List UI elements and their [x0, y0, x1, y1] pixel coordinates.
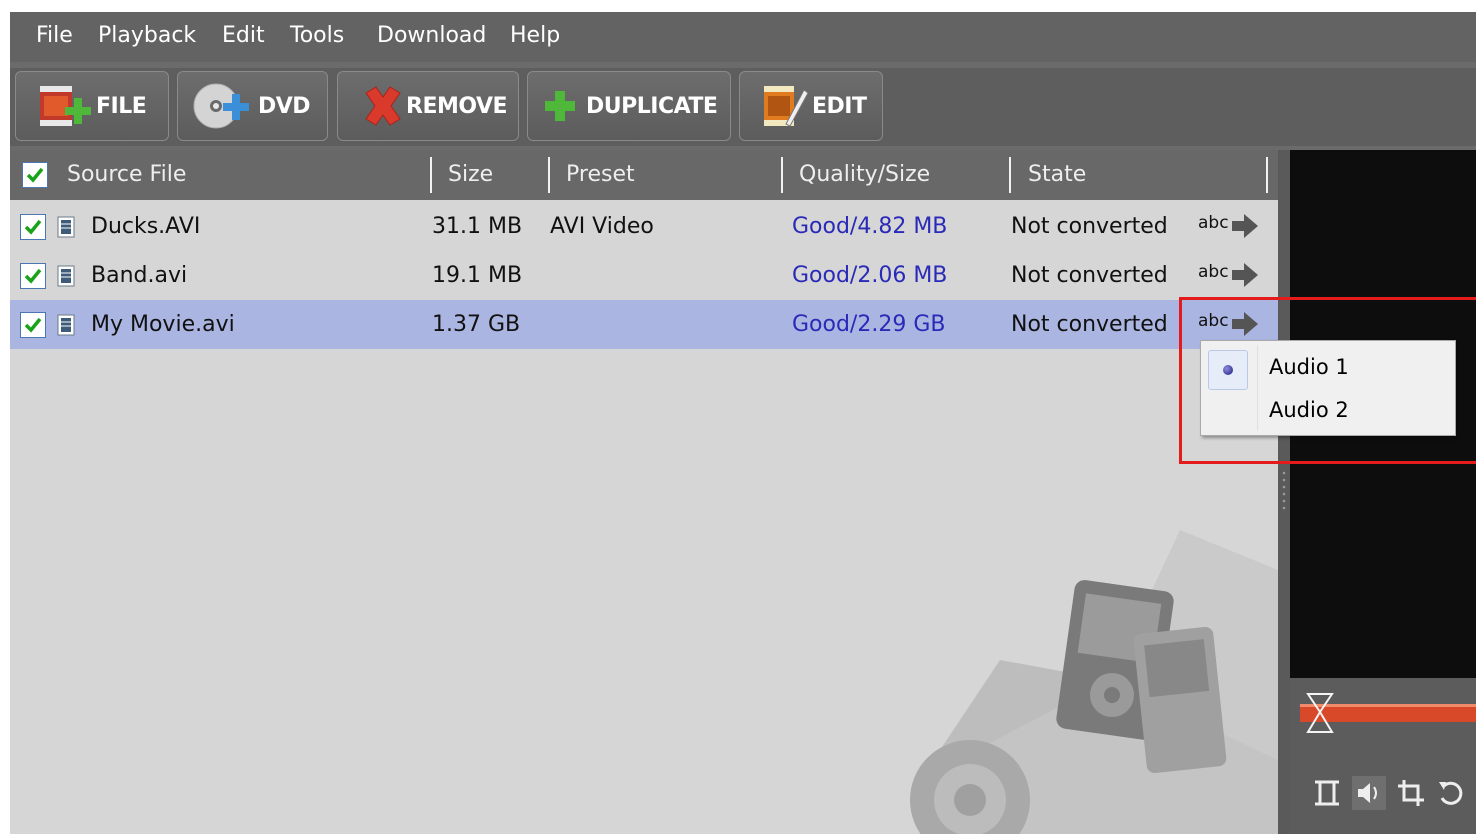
subtitle-label: abc	[1198, 213, 1229, 233]
toolbar: FILE DVD REMOVE DUPLICATE EDIT	[10, 68, 1476, 146]
remove-x-icon	[365, 86, 401, 126]
row-size: 1.37 GB	[432, 312, 521, 337]
row-checkbox[interactable]	[20, 312, 46, 338]
add-dvd-label: DVD	[258, 93, 311, 119]
video-file-icon	[57, 216, 75, 238]
row-quality-size[interactable]: Good/2.29 GB	[792, 300, 945, 349]
arrow-right-icon	[1232, 263, 1258, 287]
crop-icon[interactable]	[1396, 778, 1426, 808]
select-all-checkbox[interactable]	[22, 162, 48, 188]
remove-label: REMOVE	[406, 93, 508, 119]
rotate-icon[interactable]	[1436, 778, 1466, 808]
column-preset[interactable]: Preset	[566, 150, 635, 200]
row-state: Not converted	[1011, 214, 1168, 239]
subtitle-label: abc	[1198, 262, 1229, 282]
check-icon	[24, 317, 42, 333]
check-icon	[24, 219, 42, 235]
column-size[interactable]: Size	[448, 150, 493, 200]
menu-bar: File Playback Edit Tools Download Help	[10, 12, 1476, 62]
row-quality-size[interactable]: Good/4.82 MB	[792, 202, 947, 251]
menu-file[interactable]: File	[36, 22, 73, 50]
splitter-grip-icon	[1282, 471, 1286, 510]
duplicate-button[interactable]: DUPLICATE	[527, 71, 731, 141]
column-state[interactable]: State	[1028, 150, 1086, 200]
annotation-highlight-box	[1179, 297, 1476, 464]
video-file-icon	[57, 314, 75, 336]
table-row-selected[interactable]: My Movie.avi 1.37 GB Good/2.29 GB Not co…	[10, 300, 1278, 349]
menu-edit[interactable]: Edit	[222, 22, 265, 50]
file-list: Source File Size Preset Quality/Size Sta…	[10, 150, 1278, 834]
check-icon	[24, 268, 42, 284]
remove-button[interactable]: REMOVE	[337, 71, 519, 141]
row-state: Not converted	[1011, 312, 1168, 337]
row-source-file: Band.avi	[91, 263, 188, 288]
menu-help[interactable]: Help	[510, 22, 560, 50]
fit-screen-icon[interactable]	[1312, 778, 1342, 808]
plus-icon	[545, 91, 575, 121]
subtitle-audio-button[interactable]: abc	[1198, 261, 1260, 289]
column-divider	[1266, 157, 1268, 193]
row-source-file: Ducks.AVI	[91, 214, 201, 239]
duplicate-label: DUPLICATE	[586, 93, 718, 119]
edit-button[interactable]: EDIT	[739, 71, 883, 141]
row-source-file: My Movie.avi	[91, 312, 235, 337]
add-file-button[interactable]: FILE	[15, 71, 169, 141]
row-size: 19.1 MB	[432, 263, 523, 288]
video-file-icon	[57, 265, 75, 287]
column-divider	[781, 157, 783, 193]
column-quality-size[interactable]: Quality/Size	[799, 150, 930, 200]
list-header: Source File Size Preset Quality/Size Sta…	[10, 150, 1278, 200]
background-devices-illustration	[910, 530, 1278, 834]
row-state: Not converted	[1011, 263, 1168, 288]
row-preset[interactable]: AVI Video	[550, 202, 654, 251]
column-source-file[interactable]: Source File	[67, 150, 186, 200]
table-row[interactable]: Band.avi 19.1 MB Good/2.06 MB Not conver…	[10, 251, 1278, 300]
arrow-right-icon	[1232, 214, 1258, 238]
column-divider	[548, 157, 550, 193]
menu-download[interactable]: Download	[377, 22, 486, 50]
panel-splitter[interactable]	[1278, 150, 1290, 834]
menu-tools[interactable]: Tools	[290, 22, 344, 50]
edit-label: EDIT	[812, 93, 867, 119]
row-checkbox[interactable]	[20, 214, 46, 240]
column-divider	[430, 157, 432, 193]
row-size: 31.1 MB	[432, 214, 523, 239]
app-window: File Playback Edit Tools Download Help F…	[10, 12, 1476, 834]
player-controls	[1290, 678, 1476, 834]
add-dvd-button[interactable]: DVD	[177, 71, 328, 141]
menu-playback[interactable]: Playback	[98, 22, 196, 50]
row-quality-size[interactable]: Good/2.06 MB	[792, 251, 947, 300]
add-file-icon	[40, 86, 91, 126]
check-icon	[26, 167, 44, 183]
add-file-label: FILE	[96, 93, 147, 119]
column-divider	[1009, 157, 1011, 193]
row-checkbox[interactable]	[20, 263, 46, 289]
subtitle-audio-button[interactable]: abc	[1198, 212, 1260, 240]
dvd-disc-icon	[193, 83, 249, 129]
audio-volume-icon[interactable]	[1352, 776, 1386, 810]
timeline-slider[interactable]	[1300, 692, 1476, 736]
table-row[interactable]: Ducks.AVI 31.1 MB AVI Video Good/4.82 MB…	[10, 202, 1278, 251]
edit-film-icon	[764, 86, 809, 127]
